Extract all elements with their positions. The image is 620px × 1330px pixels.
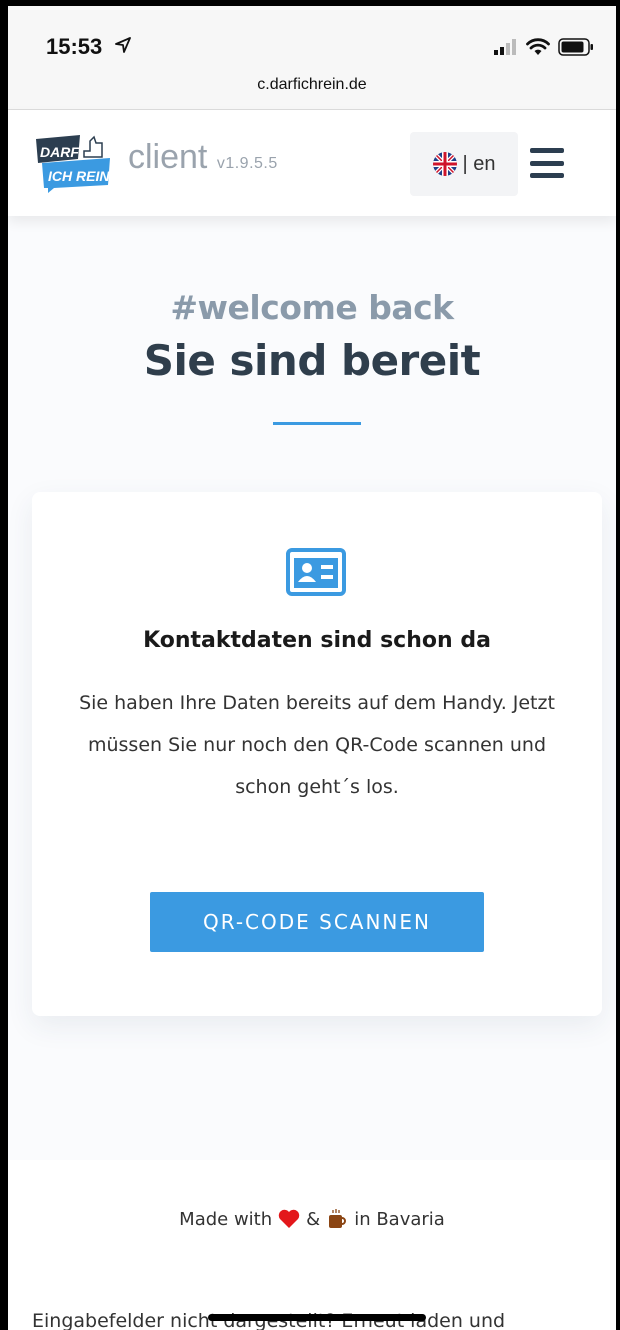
- page-title: Sie sind bereit: [143, 336, 481, 385]
- battery-icon: [558, 38, 593, 56]
- made-with-suffix: in Bavaria: [354, 1208, 445, 1230]
- app-header: DARF ICH REIN client v1.9.5.5 | en: [8, 110, 616, 216]
- heart-icon: [278, 1209, 300, 1228]
- client-title: client: [128, 138, 208, 176]
- title-divider: [273, 422, 361, 425]
- version-label: v1.9.5.5: [216, 155, 278, 172]
- made-with-prefix: Made with: [179, 1208, 273, 1230]
- scan-qr-code-button[interactable]: QR-CODE SCANNEN: [150, 892, 484, 952]
- card-description: Sie haben Ihre Daten bereits auf dem Han…: [79, 692, 555, 798]
- id-card-icon: [286, 548, 346, 596]
- phone-screen: 15:53 c.darfichrein.de DARF ICH REIN cli…: [8, 6, 616, 1330]
- coffee-icon: [329, 1209, 347, 1228]
- browser-top-bar: 15:53 c.darfichrein.de: [8, 6, 616, 110]
- signal-icon: [494, 39, 516, 55]
- welcome-subtitle: #welcome back: [170, 288, 454, 327]
- made-with-amp: &: [306, 1208, 321, 1230]
- darf-ich-rein-logo[interactable]: DARF ICH REIN: [34, 133, 112, 193]
- status-time: 15:53: [46, 34, 103, 59]
- language-switcher[interactable]: | en: [410, 132, 518, 196]
- language-label: | en: [462, 152, 496, 175]
- status-icons: [494, 36, 594, 58]
- card-heading: Kontaktdaten sind schon da: [143, 628, 491, 653]
- logo-text-bottom: ICH REIN: [48, 168, 110, 184]
- hamburger-menu-icon[interactable]: [530, 148, 564, 178]
- client-label: client v1.9.5.5: [128, 138, 278, 177]
- main-content: #welcome back Sie sind bereit Kontaktdat…: [8, 216, 616, 1160]
- wifi-icon: [526, 38, 550, 55]
- logo-text-top: DARF: [40, 144, 79, 160]
- contact-card: Kontaktdaten sind schon da Sie haben Ihr…: [32, 492, 602, 1016]
- footer: Made with & in Bavaria Eingabefelder nic…: [8, 1160, 616, 1330]
- location-arrow-icon: [115, 37, 131, 53]
- uk-flag-icon: [432, 152, 457, 176]
- url-bar[interactable]: c.darfichrein.de: [8, 76, 616, 94]
- home-indicator[interactable]: [208, 1314, 426, 1321]
- made-with-text: Made with & in Bavaria: [8, 1208, 616, 1230]
